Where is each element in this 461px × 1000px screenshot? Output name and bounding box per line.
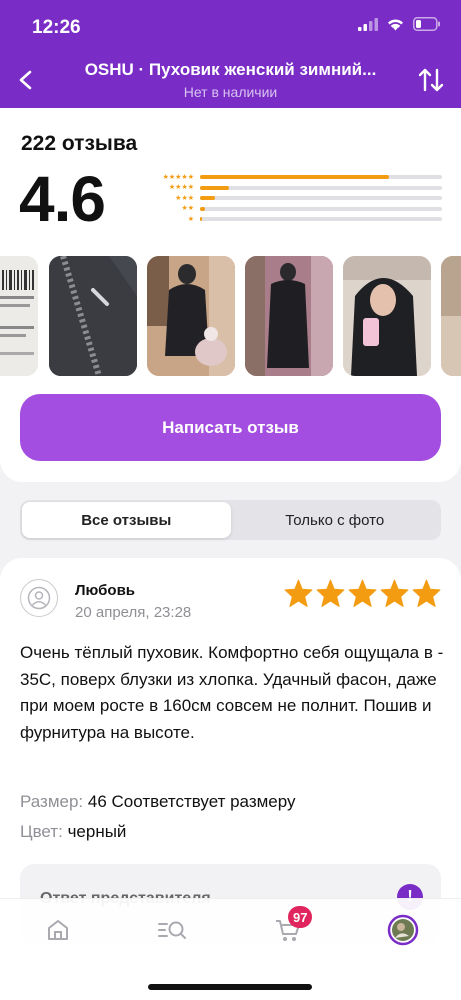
distribution-row-5: ★★★★★ bbox=[146, 172, 442, 183]
review-color: Цвет: черный bbox=[20, 822, 126, 842]
distribution-bar bbox=[200, 217, 442, 222]
distribution-row-2: ★★ bbox=[146, 204, 442, 215]
distribution-fill bbox=[200, 217, 203, 222]
distribution-stars: ★★★★★ bbox=[162, 173, 194, 181]
sort-icon[interactable] bbox=[413, 62, 449, 98]
rating-distribution: ★★★★★ ★★★★ ★★★ ★★ ★ bbox=[146, 172, 442, 225]
distribution-stars: ★★ bbox=[181, 205, 194, 213]
star-icon bbox=[412, 579, 441, 607]
distribution-fill bbox=[200, 196, 215, 201]
tab-all-reviews[interactable]: Все отзывы bbox=[22, 502, 231, 538]
review-photo[interactable] bbox=[245, 256, 333, 376]
app-header: 12:26 OSHU · Пуховик женский зимний... Н… bbox=[0, 0, 461, 108]
review-photo[interactable] bbox=[343, 256, 431, 376]
size-value: 46 Соответствует размеру bbox=[87, 792, 296, 811]
review-size: Размер: 46 Соответствует размеру bbox=[20, 792, 296, 812]
user-avatar-icon bbox=[20, 579, 58, 617]
review-author: Любовь bbox=[75, 582, 136, 599]
status-time: 12:26 bbox=[32, 17, 81, 38]
color-label: Цвет: bbox=[20, 822, 63, 841]
distribution-fill bbox=[200, 185, 230, 190]
product-title: OSHU · Пуховик женский зимний... bbox=[84, 60, 377, 79]
review-text: Очень тёплый пуховик. Комфортно себя ощу… bbox=[20, 643, 444, 742]
reviews-count: 222 отзыва bbox=[21, 132, 138, 155]
nav-bar: OSHU · Пуховик женский зимний... Нет в н… bbox=[0, 56, 461, 104]
color-value: черный bbox=[67, 822, 127, 841]
star-icon bbox=[316, 579, 345, 607]
distribution-row-1: ★ bbox=[146, 214, 442, 225]
star-icon bbox=[284, 579, 313, 607]
distribution-fill bbox=[200, 175, 389, 180]
distribution-bar bbox=[200, 206, 442, 211]
review-photo[interactable] bbox=[0, 256, 38, 376]
distribution-bar bbox=[200, 196, 442, 201]
distribution-bar bbox=[200, 185, 442, 190]
average-rating: 4.6 bbox=[19, 163, 106, 235]
write-review-button[interactable]: Написать отзыв bbox=[20, 394, 441, 461]
review-photo[interactable] bbox=[49, 256, 137, 376]
distribution-bar bbox=[200, 175, 442, 180]
home-indicator bbox=[148, 984, 312, 990]
rating-summary: 222 отзыва 4.6 ★★★★★ ★★★★ ★★★ ★★ ★ Напис… bbox=[0, 108, 461, 482]
home-icon[interactable] bbox=[38, 915, 78, 945]
review-photo[interactable] bbox=[147, 256, 235, 376]
battery-icon bbox=[413, 17, 440, 31]
signal-icon bbox=[358, 17, 378, 31]
catalog-search-icon[interactable] bbox=[152, 915, 192, 945]
star-icon bbox=[380, 579, 409, 607]
status-bar: 12:26 bbox=[0, 0, 461, 56]
cart-badge: 97 bbox=[288, 906, 313, 928]
star-icon bbox=[348, 579, 377, 607]
review-stars bbox=[284, 579, 441, 607]
size-label: Размер: bbox=[20, 792, 84, 811]
availability-status: Нет в наличии bbox=[183, 84, 278, 100]
distribution-stars: ★★★ bbox=[175, 194, 194, 202]
distribution-stars: ★ bbox=[187, 215, 194, 223]
review-date: 20 апреля, 23:28 bbox=[75, 604, 192, 621]
back-arrow-icon[interactable] bbox=[8, 62, 44, 98]
distribution-row-3: ★★★ bbox=[146, 193, 442, 204]
distribution-row-4: ★★★★ bbox=[146, 183, 442, 194]
profile-avatar-icon[interactable] bbox=[383, 914, 423, 946]
distribution-fill bbox=[200, 206, 205, 211]
wifi-icon bbox=[388, 19, 403, 31]
review-photos-strip[interactable] bbox=[0, 256, 461, 376]
tab-photo-only[interactable]: Только с фото bbox=[231, 502, 440, 538]
status-icons bbox=[358, 17, 441, 31]
review-filter-tabs: Все отзывы Только с фото bbox=[20, 500, 441, 540]
distribution-stars: ★★★★ bbox=[168, 184, 194, 192]
review-photo[interactable] bbox=[441, 256, 461, 376]
